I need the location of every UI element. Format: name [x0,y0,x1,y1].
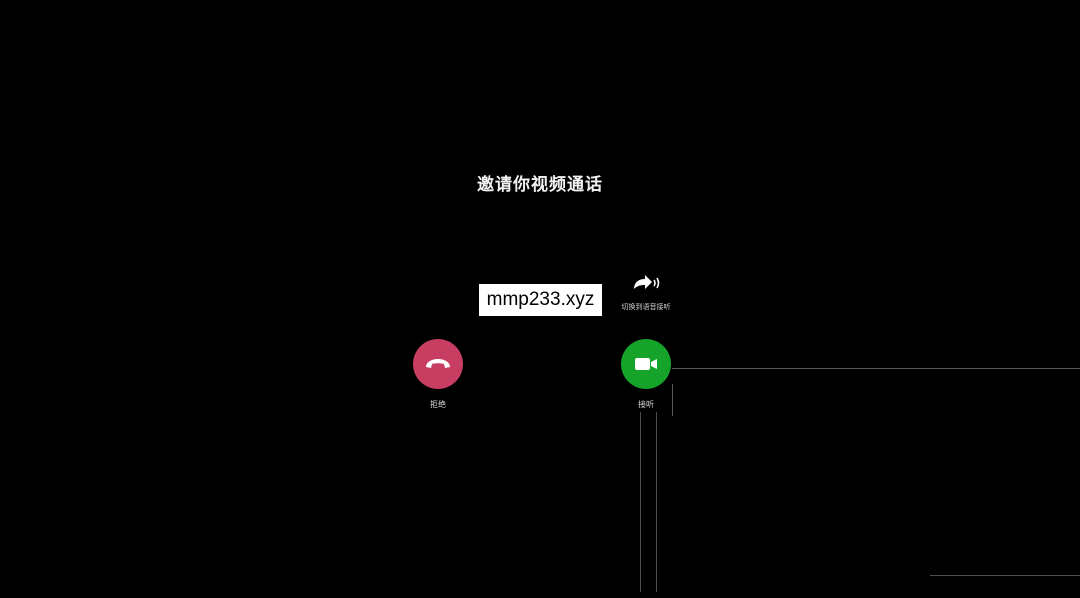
forward-speaker-icon [634,275,660,289]
watermark-text: mmp233.xyz [479,284,602,316]
accept-label: 接听 [638,400,654,409]
scanline-artifact [672,368,1080,369]
scanline-artifact [656,412,657,592]
scanline-artifact [930,575,1080,576]
call-invite-title: 邀请你视频通话 [477,175,603,195]
scanline-artifact [640,412,641,592]
scanline-artifact [672,384,673,416]
hang-up-phone-icon [426,359,450,368]
incoming-video-call-screen: 邀请你视频通话 mmp233.xyz 切换到语音接听 拒绝 接听 [0,0,1080,598]
switch-to-voice-label: 切换到语音接听 [621,303,671,311]
accept-button[interactable] [621,339,671,389]
decline-label: 拒绝 [430,400,446,409]
switch-to-voice-button[interactable]: 切换到语音接听 [606,272,686,312]
decline-button[interactable] [413,339,463,389]
video-camera-icon [635,358,657,370]
